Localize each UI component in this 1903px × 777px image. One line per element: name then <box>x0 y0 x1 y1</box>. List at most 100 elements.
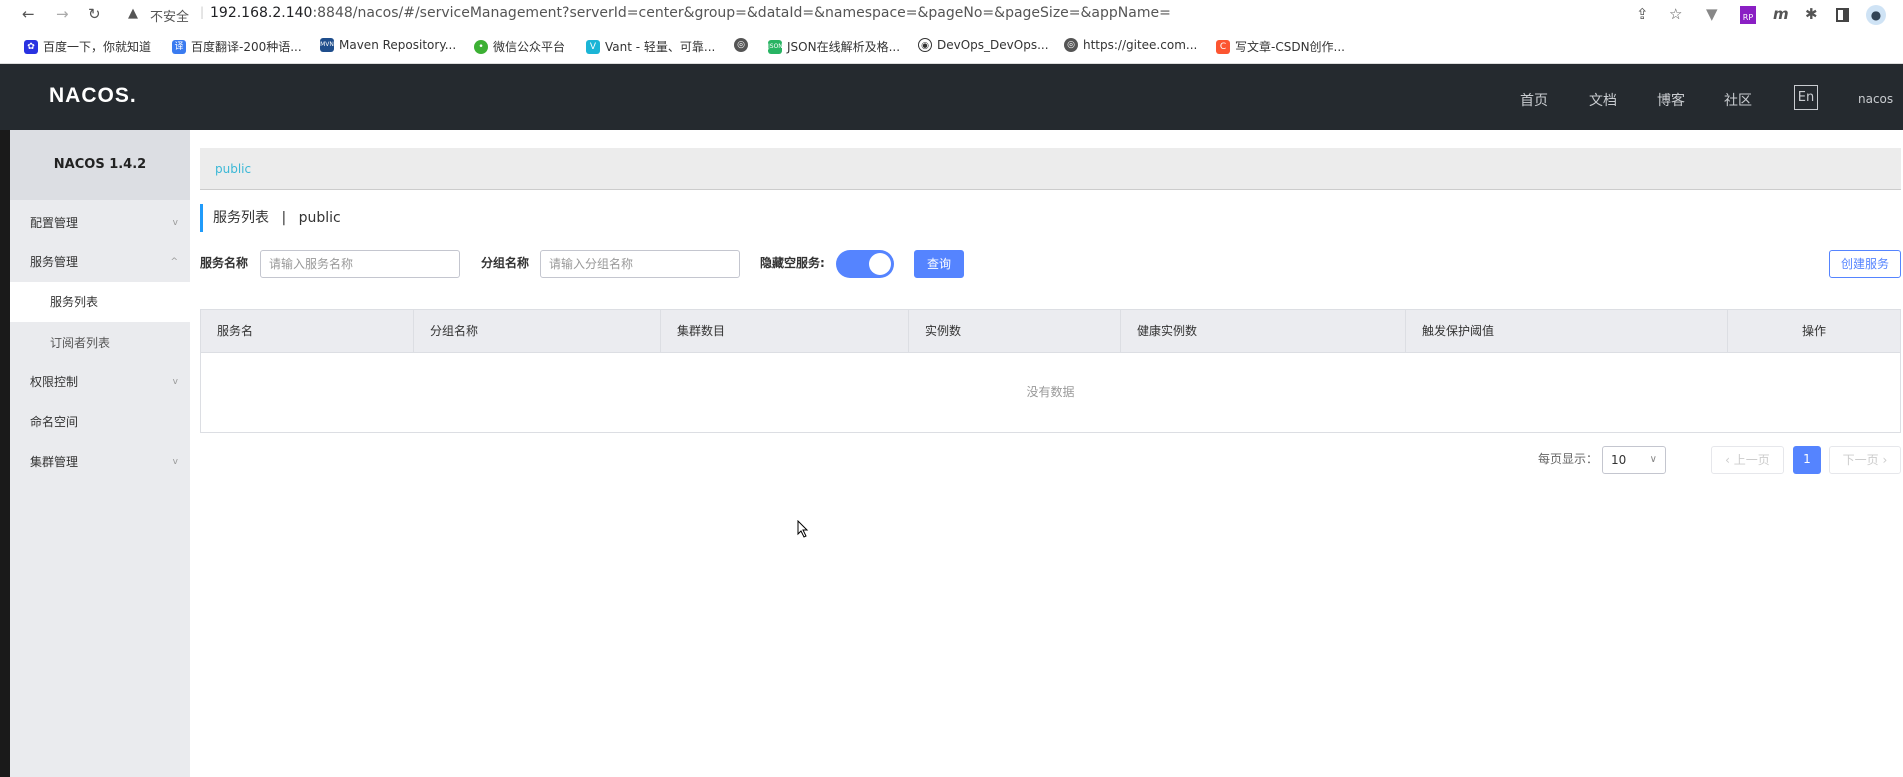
url-bar[interactable]: 192.168.2.140:8848/nacos/#/serviceManage… <box>210 5 1171 21</box>
nav-docs[interactable]: 文档 <box>1589 90 1617 110</box>
chevron-down-icon: v <box>172 377 178 387</box>
column-header: 触发保护阈值 <box>1406 310 1728 353</box>
column-header: 操作 <box>1728 310 1900 353</box>
csdn-icon: C <box>1216 39 1230 54</box>
bookmark-label: DevOps_DevOps... <box>937 38 1049 52</box>
left-edge <box>0 130 10 777</box>
wechat-icon: • <box>474 39 488 54</box>
hide-empty-label: 隐藏空服务: <box>760 256 825 270</box>
nav-blog[interactable]: 博客 <box>1657 90 1685 110</box>
bookmark-label: 百度一下，你就知道 <box>43 40 152 54</box>
bookmark-label: 微信公众平台 <box>493 40 566 54</box>
reload-icon[interactable]: ↻ <box>88 4 101 24</box>
insecure-label: 不安全 <box>150 10 190 25</box>
top-navbar <box>0 64 1903 130</box>
sidebar-item-service-list[interactable]: 服务列表 <box>10 282 190 322</box>
sidebar-item-subscribers[interactable]: 订阅者列表 <box>10 323 190 363</box>
chevron-down-icon: v <box>172 218 178 228</box>
page-size-value: 10 <box>1611 453 1627 467</box>
star-icon[interactable]: ☆ <box>1669 4 1682 24</box>
extensions-icon[interactable]: ✱ <box>1805 4 1818 24</box>
chevron-right-icon: › <box>1878 453 1888 467</box>
back-icon[interactable]: ← <box>22 4 35 24</box>
bookmark-item[interactable]: ◎ <box>734 38 748 52</box>
bookmark-label: Vant - 轻量、可靠... <box>605 40 716 54</box>
column-header: 实例数 <box>909 310 1121 353</box>
page-size-select[interactable]: 10 ∨ <box>1602 446 1666 474</box>
chevron-up-icon: ^ <box>170 257 178 267</box>
globe-icon: ◎ <box>1064 38 1078 52</box>
column-header: 分组名称 <box>414 310 661 353</box>
next-page-button[interactable]: 下一页 › <box>1829 446 1901 474</box>
vue-extension-icon[interactable]: ▼ <box>1706 4 1718 24</box>
service-name-label: 服务名称 <box>200 256 249 270</box>
bookmark-item[interactable]: ◎ https://gitee.com... <box>1064 38 1197 52</box>
logo-text: NACOS. <box>49 84 137 107</box>
empty-state: 没有数据 <box>1026 385 1075 399</box>
m-extension-icon[interactable]: m <box>1773 4 1789 24</box>
bookmark-label: JSON在线解析及格... <box>787 40 901 54</box>
bookmark-item[interactable]: MVN Maven Repository... <box>320 38 456 52</box>
sidebar-item-service[interactable]: 服务管理 ^ <box>10 242 190 282</box>
column-header: 健康实例数 <box>1121 310 1406 353</box>
page-size-label: 每页显示： <box>1538 452 1599 466</box>
menu-label: 权限控制 <box>30 375 79 389</box>
page-1-button[interactable]: 1 <box>1793 446 1821 474</box>
bookmark-label: https://gitee.com... <box>1083 38 1198 52</box>
forward-icon[interactable]: → <box>56 4 69 24</box>
browser-toolbar: ← → ↻ ▲ 不安全 | 192.168.2.140:8848/nacos/#… <box>0 0 1903 30</box>
menu-label: 命名空间 <box>30 415 79 429</box>
namespace-tab-public[interactable]: public <box>215 162 251 176</box>
user-name[interactable]: nacos <box>1858 92 1893 106</box>
prev-label: 上一页 <box>1733 453 1770 467</box>
prev-page-button[interactable]: ‹ 上一页 <box>1711 446 1784 474</box>
separator: | <box>200 5 205 19</box>
nacos-logo[interactable]: NACOS. <box>49 84 137 108</box>
url-host: 192.168.2.140 <box>210 5 313 21</box>
nav-community[interactable]: 社区 <box>1724 90 1752 110</box>
page-title: 服务列表 | public <box>200 204 341 232</box>
hide-empty-toggle[interactable] <box>836 250 894 278</box>
bookmark-item[interactable]: C 写文章-CSDN创作... <box>1216 38 1345 55</box>
sidebar-title: NACOS 1.4.2 <box>10 130 190 200</box>
title-text: 服务列表 <box>213 210 269 226</box>
bookmark-label: 百度翻译-200种语... <box>191 40 302 54</box>
bookmark-item[interactable]: JSON JSON在线解析及格... <box>768 38 900 55</box>
nav-home[interactable]: 首页 <box>1520 90 1548 110</box>
chevron-down-icon: ∨ <box>1649 454 1657 465</box>
create-service-button[interactable]: 创建服务 <box>1829 250 1901 278</box>
sidebar-item-cluster[interactable]: 集群管理 v <box>10 442 190 482</box>
bookmark-item[interactable]: • 微信公众平台 <box>474 38 565 55</box>
mouse-cursor-icon <box>797 520 809 538</box>
warning-icon: ▲ <box>128 6 138 21</box>
baidu-icon: ✿ <box>24 39 38 54</box>
bookmark-item[interactable]: V Vant - 轻量、可靠... <box>586 38 715 55</box>
language-toggle[interactable]: En <box>1794 85 1818 110</box>
menu-label: 服务列表 <box>50 295 99 309</box>
translate-icon: 译 <box>172 39 186 54</box>
url-path: :8848/nacos/#/serviceManagement?serverId… <box>312 5 1171 21</box>
vant-icon: V <box>586 39 600 54</box>
json-icon: JSON <box>768 39 783 54</box>
share-icon[interactable]: ⇪ <box>1636 4 1649 24</box>
chevron-left-icon: ‹ <box>1725 453 1734 467</box>
chevron-down-icon: v <box>172 457 178 467</box>
profile-avatar-icon[interactable]: ● <box>1866 5 1886 25</box>
service-table: 服务名 分组名称 集群数目 实例数 健康实例数 触发保护阈值 操作 没有数据 <box>200 309 1901 433</box>
bookmark-item[interactable]: 译百度翻译-200种语... <box>172 38 302 55</box>
bookmark-label: 写文章-CSDN创作... <box>1235 40 1345 54</box>
sidebar-item-config[interactable]: 配置管理 v <box>10 203 190 243</box>
globe-icon: ◎ <box>734 38 748 52</box>
service-name-input[interactable] <box>260 250 460 278</box>
bookmark-item[interactable]: ◉ DevOps_DevOps... <box>918 38 1049 52</box>
query-button[interactable]: 查询 <box>914 250 964 278</box>
bookmark-item[interactable]: ✿ 百度一下，你就知道 <box>24 38 151 55</box>
group-name-input[interactable] <box>540 250 740 278</box>
maven-icon: MVN <box>320 38 334 52</box>
sidebar-item-namespace[interactable]: 命名空间 <box>10 402 190 442</box>
column-header: 集群数目 <box>661 310 909 353</box>
sidepanel-icon[interactable] <box>1836 8 1849 22</box>
next-label: 下一页 <box>1842 453 1879 467</box>
sidebar-item-auth[interactable]: 权限控制 v <box>10 362 190 402</box>
rp-extension-icon[interactable]: RP <box>1740 6 1756 24</box>
